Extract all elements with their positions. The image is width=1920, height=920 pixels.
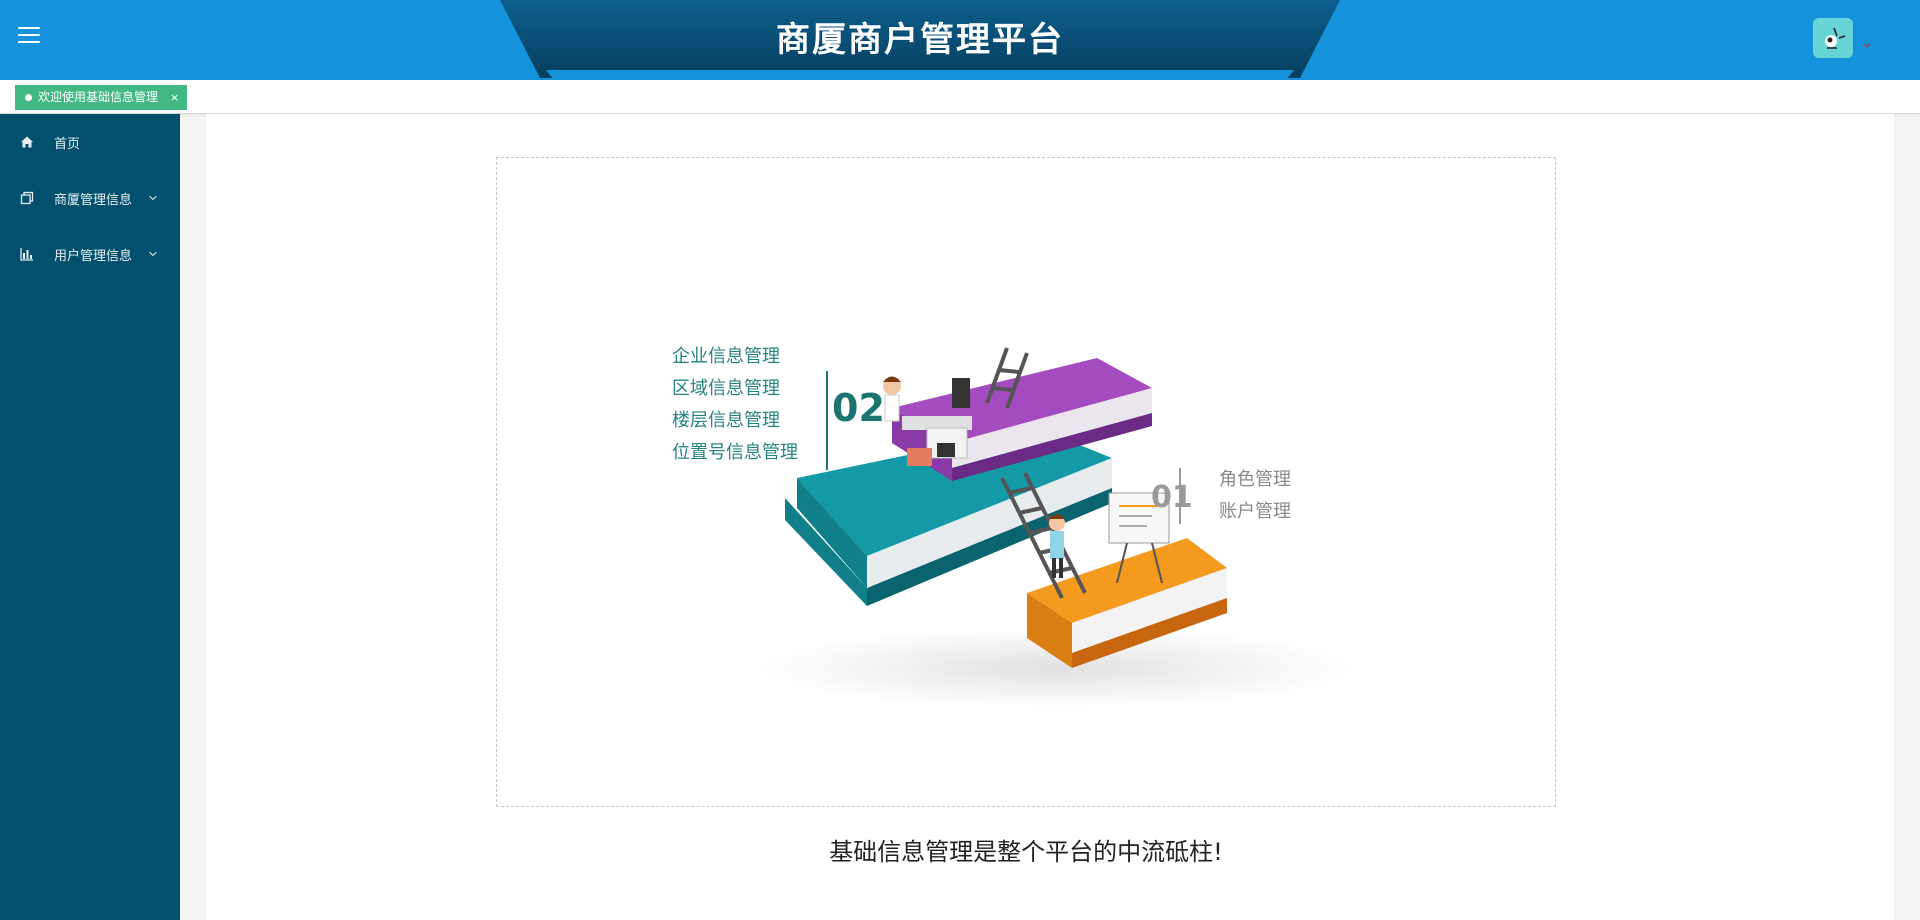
feature-item: 账户管理 <box>1219 501 1291 522</box>
tab-welcome[interactable]: 欢迎使用基础信息管理 × <box>15 85 188 110</box>
tab-bar: 欢迎使用基础信息管理 × <box>0 80 1920 114</box>
feature-list-01: 角色管理 账户管理 <box>1219 464 1291 528</box>
feature-item: 位置号信息管理 <box>672 442 798 463</box>
chevron-down-icon <box>148 248 158 258</box>
home-icon <box>20 135 34 149</box>
sidebar-item-user-management[interactable]: 用户管理信息 <box>0 226 180 282</box>
feature-item: 企业信息管理 <box>672 346 780 367</box>
sidebar: 首页 商厦管理信息 用户管理信息 <box>0 114 180 920</box>
welcome-caption: 基础信息管理是整个平台的中流砥柱! <box>829 838 1223 866</box>
chevron-down-icon <box>148 192 158 202</box>
sidebar-item-label: 首页 <box>54 136 81 152</box>
section-number-01: 01 <box>1151 480 1193 515</box>
top-header: 商厦商户管理平台 <box>0 0 1920 80</box>
main-content: 企业信息管理 区域信息管理 楼层信息管理 位置号信息管理 02 角色管理 账户管… <box>206 114 1894 920</box>
illustration-frame: 企业信息管理 区域信息管理 楼层信息管理 位置号信息管理 02 角色管理 账户管… <box>496 157 1556 807</box>
feature-item: 区域信息管理 <box>672 378 780 399</box>
copy-icon <box>20 191 34 205</box>
active-dot-icon <box>25 94 32 101</box>
app-title: 商厦商户管理平台 <box>776 20 1064 60</box>
feature-item: 楼层信息管理 <box>672 410 780 431</box>
section-number-02: 02 <box>832 386 885 430</box>
tab-label: 欢迎使用基础信息管理 <box>38 90 159 104</box>
sidebar-item-label: 商厦管理信息 <box>54 192 133 208</box>
books-illustration <box>757 347 1357 708</box>
sidebar-item-mall-management[interactable]: 商厦管理信息 <box>0 170 180 226</box>
close-icon[interactable]: × <box>170 85 179 110</box>
feature-item: 角色管理 <box>1219 469 1291 490</box>
sidebar-item-home[interactable]: 首页 <box>0 114 180 170</box>
sidebar-item-label: 用户管理信息 <box>54 248 133 264</box>
caret-down-icon[interactable] <box>1862 36 1872 48</box>
feature-list-02: 企业信息管理 区域信息管理 楼层信息管理 位置号信息管理 <box>672 341 798 469</box>
bar-chart-icon <box>20 247 34 261</box>
user-avatar-icon[interactable] <box>1813 18 1853 58</box>
hamburger-menu-icon[interactable] <box>18 27 40 45</box>
